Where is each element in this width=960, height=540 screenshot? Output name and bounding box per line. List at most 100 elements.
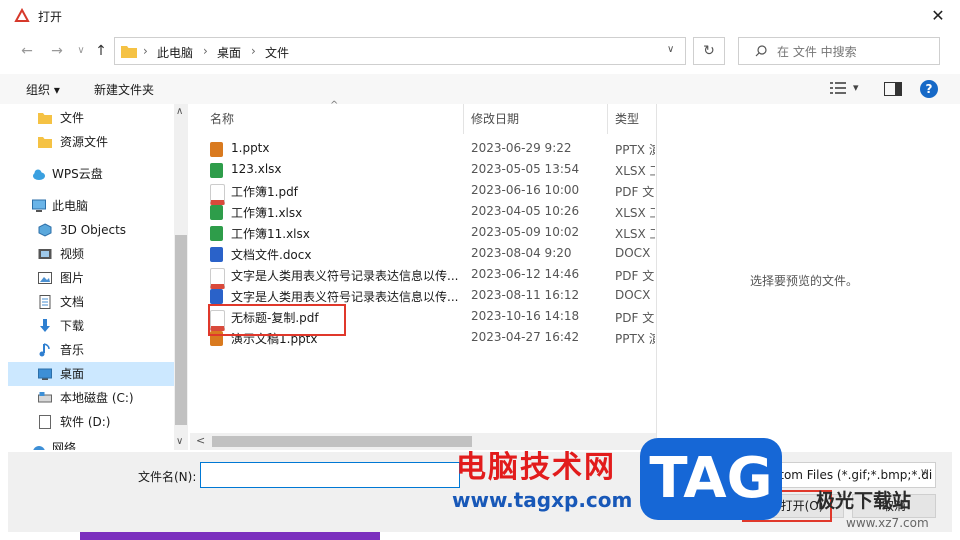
sidebar-item-this-pc[interactable]: 此电脑 [8, 194, 174, 218]
breadcrumb-item-files[interactable]: 文件 [265, 44, 289, 61]
file-type: PPTX 演 [615, 332, 655, 346]
sidebar-item-network[interactable]: 网络 [8, 440, 174, 450]
file-date: 2023-06-16 10:00 [471, 183, 580, 197]
folder-icon [38, 113, 52, 124]
computer-icon [32, 199, 46, 212]
pptx-file-icon [210, 142, 223, 157]
file-row[interactable]: 123.xlsx 2023-05-05 13:54 XLSX 工 [190, 160, 656, 181]
sidebar-item-documents[interactable]: 文档 [8, 290, 174, 314]
scroll-left-icon[interactable]: < [196, 434, 205, 447]
background-decoration [80, 532, 380, 540]
file-type: PDF 文 [615, 311, 655, 325]
scroll-up-icon[interactable]: ∧ [176, 106, 183, 117]
sidebar-item-label: 资源文件 [60, 135, 109, 149]
sidebar-item-label: 此电脑 [52, 199, 89, 213]
recent-locations-chevron-icon[interactable]: ∨ [70, 40, 92, 62]
sidebar-scrollbar-thumb[interactable] [175, 235, 187, 425]
file-row[interactable]: 文字是人类用表义符号记录表达信息以传... 2023-06-12 14:46 P… [190, 265, 656, 289]
file-date: 2023-08-04 9:20 [471, 246, 572, 260]
horizontal-scrollbar-thumb[interactable] [212, 436, 472, 447]
file-date: 2023-05-05 13:54 [471, 162, 580, 176]
sidebar-item-label: 下载 [60, 319, 85, 333]
search-input[interactable] [775, 41, 929, 63]
file-type: XLSX 工 [615, 206, 655, 220]
folder-icon [38, 137, 52, 148]
sidebar-item-label: 3D Objects [60, 223, 127, 237]
drive-icon [39, 415, 51, 429]
sidebar-item-label: 音乐 [60, 343, 85, 357]
filename-input[interactable] [200, 462, 460, 488]
app-logo-icon [14, 8, 30, 22]
column-divider[interactable] [463, 104, 464, 134]
view-options-icon[interactable] [830, 82, 846, 94]
sidebar-item-software-d[interactable]: 软件 (D:) [8, 410, 174, 434]
sidebar-item-label: 网络 [52, 441, 77, 450]
filter-dropdown-chevron-icon[interactable]: ∨ [920, 467, 927, 478]
file-type: XLSX 工 [615, 164, 655, 178]
file-row[interactable]: 工作簿11.xlsx 2023-05-09 10:02 XLSX 工 [190, 223, 656, 244]
sidebar-item-downloads[interactable]: 下载 [8, 314, 174, 338]
file-type: PPTX 演 [615, 143, 655, 157]
address-dropdown-chevron-icon[interactable]: ∨ [667, 44, 674, 55]
organize-menu-button[interactable]: 组织 ▾ [26, 81, 60, 98]
column-header-type[interactable]: 类型 [615, 110, 639, 127]
video-icon [38, 249, 52, 259]
sidebar-item-pictures[interactable]: 图片 [8, 266, 174, 290]
file-type: PDF 文 [615, 269, 655, 283]
sidebar-item-desktop[interactable]: 桌面 [8, 362, 174, 386]
column-divider[interactable] [607, 104, 608, 134]
column-header-date[interactable]: 修改日期 [471, 110, 519, 127]
sidebar-item-resource-files[interactable]: 资源文件 [8, 130, 174, 154]
folder-icon [121, 46, 137, 58]
file-row[interactable]: 1.pptx 2023-06-29 9:22 PPTX 演 [190, 139, 656, 160]
file-name: 1.pptx [231, 141, 270, 155]
music-icon [39, 343, 50, 357]
sidebar-item-local-disk-c[interactable]: 本地磁盘 (C:) [8, 386, 174, 410]
file-date: 2023-04-05 10:26 [471, 204, 580, 218]
docx-file-icon [210, 289, 223, 304]
file-row[interactable]: 工作簿1.xlsx 2023-04-05 10:26 XLSX 工 [190, 202, 656, 223]
up-arrow-icon[interactable]: ↑ [90, 40, 112, 62]
file-row[interactable]: 文档文件.docx 2023-08-04 9:20 DOCX [190, 244, 656, 265]
forward-arrow-icon[interactable]: → [46, 40, 68, 62]
file-date: 2023-06-29 9:22 [471, 141, 572, 155]
column-header-name[interactable]: 名称 [210, 110, 234, 127]
file-date: 2023-06-12 14:46 [471, 267, 580, 281]
scroll-down-icon[interactable]: ∨ [176, 436, 183, 447]
xlsx-file-icon [210, 205, 223, 220]
breadcrumb-item-desktop[interactable]: 桌面 [217, 44, 241, 61]
watermark-site2-name: 极光下载站 [816, 490, 912, 512]
search-box[interactable] [738, 37, 940, 65]
xlsx-file-icon [210, 226, 223, 241]
sidebar-item-label: 文件 [60, 111, 85, 125]
sidebar-item-label: 图片 [60, 271, 85, 285]
sidebar-item-music[interactable]: 音乐 [8, 338, 174, 362]
address-bar[interactable]: › 此电脑 › 桌面 › 文件 ∨ [114, 37, 686, 65]
watermark-url: www.tagxp.com [452, 488, 633, 512]
sidebar-item-wps-cloud[interactable]: WPS云盘 [8, 162, 174, 186]
sidebar-item-label: 桌面 [60, 367, 85, 381]
desktop-icon [38, 368, 52, 380]
file-row[interactable]: 工作簿1.pdf 2023-06-16 10:00 PDF 文 [190, 181, 656, 205]
cloud-icon [33, 169, 45, 180]
sidebar-item-label: WPS云盘 [52, 167, 103, 181]
sidebar-item-label: 本地磁盘 (C:) [60, 391, 134, 405]
file-type: DOCX [615, 288, 651, 302]
file-name: 工作簿1.xlsx [231, 206, 303, 220]
docx-file-icon [210, 247, 223, 262]
view-dropdown-chevron-icon[interactable]: ▾ [853, 81, 859, 94]
preview-pane-icon[interactable] [884, 82, 902, 96]
close-icon[interactable]: ✕ [928, 6, 948, 26]
highlight-box [208, 304, 346, 336]
file-type: PDF 文 [615, 185, 655, 199]
new-folder-button[interactable]: 新建文件夹 [94, 81, 154, 98]
file-type: DOCX [615, 246, 651, 260]
file-name: 文档文件.docx [231, 248, 312, 262]
breadcrumb-item-this-pc[interactable]: 此电脑 [157, 44, 193, 61]
sidebar-item-files[interactable]: 文件 [8, 106, 174, 130]
sidebar-item-3d-objects[interactable]: 3D Objects [8, 218, 174, 242]
sidebar-item-videos[interactable]: 视频 [8, 242, 174, 266]
refresh-icon[interactable]: ↻ [693, 37, 725, 65]
back-arrow-icon[interactable]: ← [16, 40, 38, 62]
help-icon[interactable]: ? [920, 80, 938, 98]
